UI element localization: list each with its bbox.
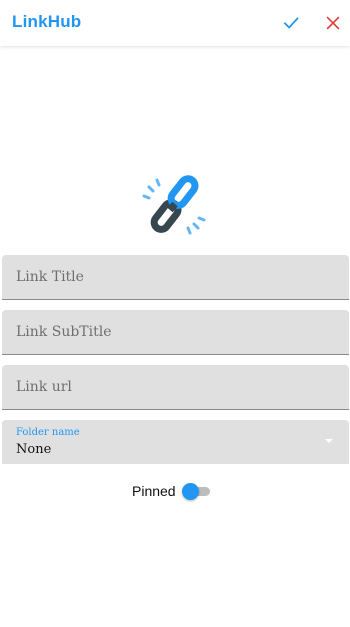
pinned-toggle-thumb <box>182 483 199 500</box>
confirm-button[interactable] <box>278 10 304 36</box>
link-url-input[interactable] <box>2 365 349 409</box>
dropdown-arrow-icon <box>325 439 333 443</box>
pinned-toggle[interactable] <box>182 483 212 500</box>
link-title-field[interactable] <box>2 255 349 300</box>
check-icon <box>283 17 299 29</box>
close-icon <box>326 16 340 30</box>
link-subtitle-field[interactable] <box>2 310 349 355</box>
add-link-screen: LinkHub Link Title Link SubTitle Link ur… <box>0 0 350 627</box>
link-title-input[interactable] <box>2 255 349 299</box>
link-url-field[interactable] <box>2 365 349 410</box>
pinned-row: Pinned <box>0 480 350 502</box>
link-subtitle-input[interactable] <box>2 310 349 354</box>
pinned-label: Pinned <box>132 483 176 499</box>
folder-select[interactable]: Folder name None <box>2 420 349 464</box>
folder-select-value: None <box>16 442 52 457</box>
folder-select-label: Folder name <box>16 427 80 438</box>
chain-link-icon <box>140 174 212 244</box>
cancel-button[interactable] <box>320 10 346 36</box>
app-title: LinkHub <box>12 12 82 31</box>
app-bar: LinkHub <box>0 0 350 46</box>
